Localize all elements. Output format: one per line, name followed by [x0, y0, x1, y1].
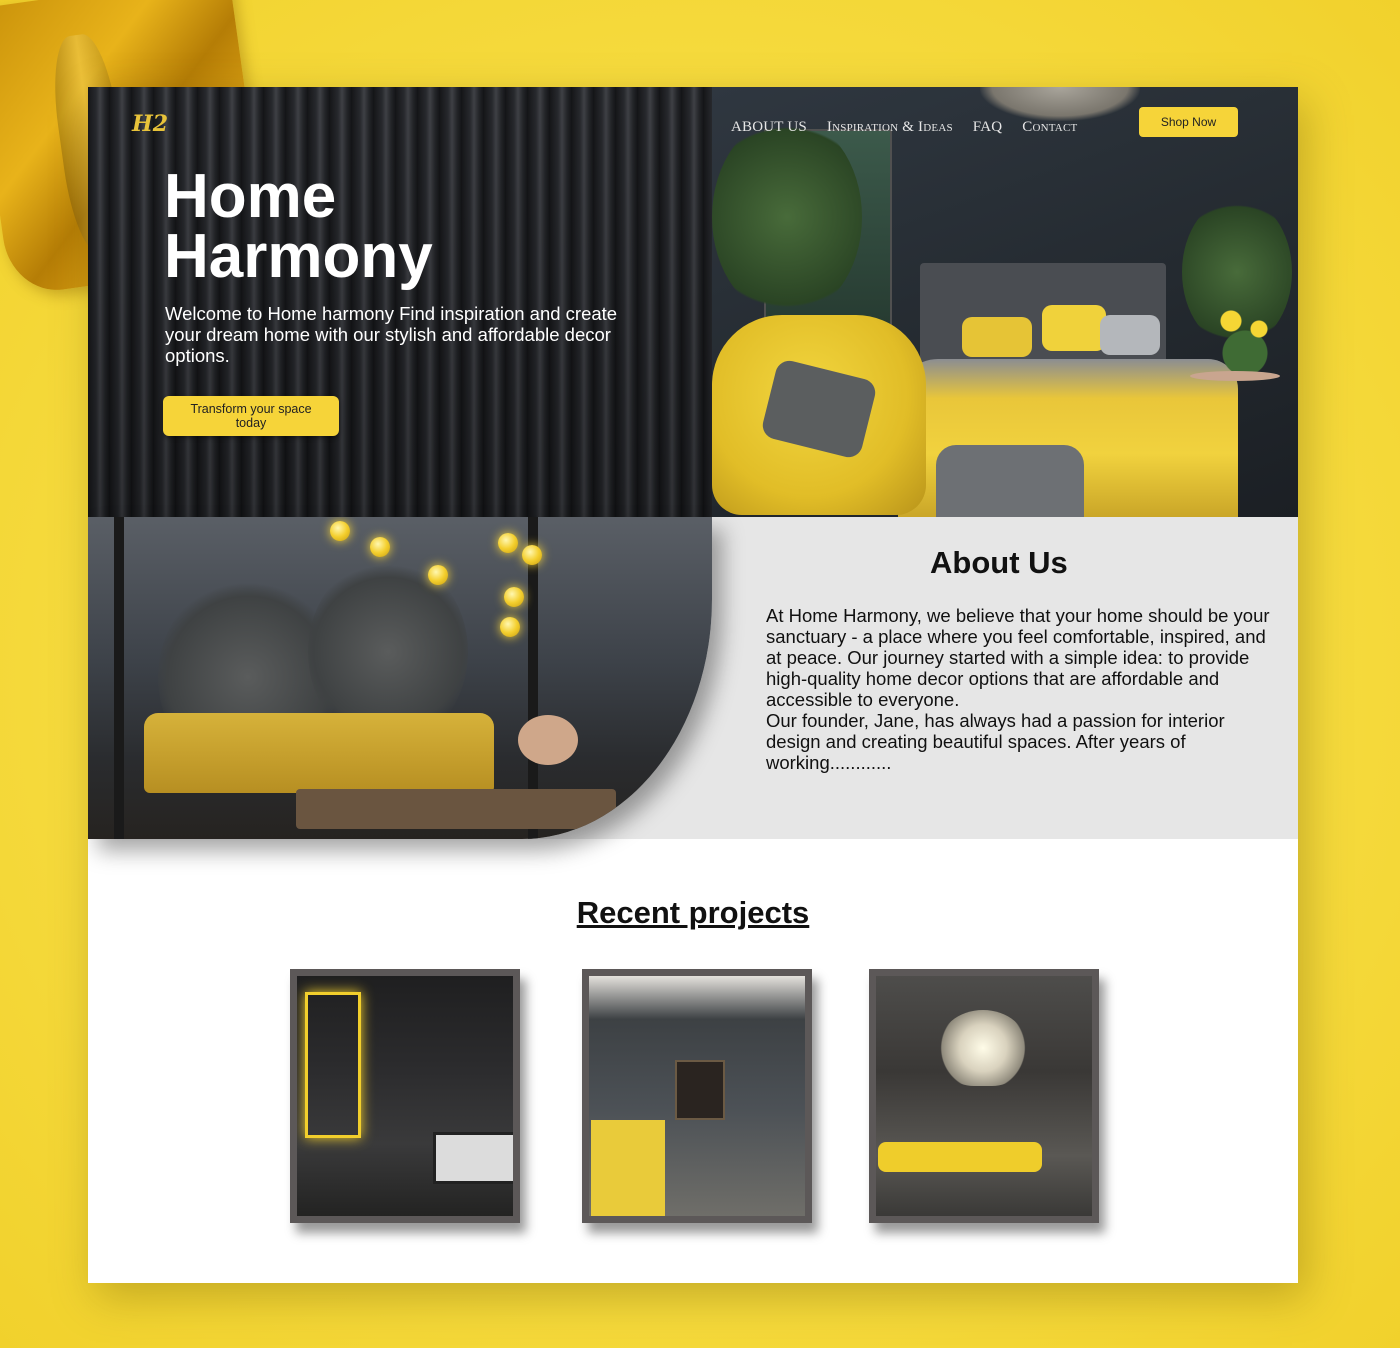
nav-faq[interactable]: FAQ — [973, 119, 1003, 136]
project-card-living-room[interactable] — [869, 969, 1099, 1223]
pillow-shape — [1100, 315, 1160, 355]
coffee-table-shape — [296, 789, 616, 829]
transform-space-button[interactable]: Transform your space today — [163, 396, 339, 436]
website-mockup: H2 ABOUT US Inspiration & Ideas FAQ Cont… — [88, 87, 1298, 1283]
main-navigation: ABOUT US Inspiration & Ideas FAQ Contact — [731, 111, 1097, 143]
brand-logo[interactable]: H2 — [132, 111, 168, 137]
about-text: At Home Harmony, we believe that your ho… — [766, 605, 1276, 773]
flowers-shape — [1210, 297, 1280, 377]
hero-section: H2 ABOUT US Inspiration & Ideas FAQ Cont… — [88, 87, 1298, 517]
plant-shape — [712, 117, 862, 317]
pendant-lamp-shape — [330, 521, 350, 541]
window-pillar-shape — [114, 517, 124, 839]
side-table-shape — [1190, 371, 1280, 381]
hero-curtain-background — [88, 87, 712, 517]
pendant-lamp-shape — [522, 545, 542, 565]
nav-inspiration-ideas[interactable]: Inspiration & Ideas — [827, 119, 953, 136]
project-card-kitchen[interactable] — [582, 969, 812, 1223]
pillow-shape — [1042, 305, 1106, 351]
yellow-sofa-shape — [144, 713, 494, 793]
pendant-lamp-shape — [498, 533, 518, 553]
living-room-chandelier-image — [876, 976, 1092, 1216]
project-card-bathroom[interactable] — [290, 969, 520, 1223]
pouf-shape — [936, 445, 1084, 517]
hero-title: Home Harmony — [164, 162, 433, 291]
about-paragraph: At Home Harmony, we believe that your ho… — [766, 605, 1270, 710]
hero-subtitle: Welcome to Home harmony Find inspiration… — [165, 303, 618, 366]
pendant-lamp-shape — [500, 617, 520, 637]
nav-about-us[interactable]: ABOUT US — [731, 119, 807, 136]
kitchen-image — [589, 976, 805, 1216]
pillow-shape — [962, 317, 1032, 357]
pendant-lamp-shape — [370, 537, 390, 557]
pendant-lamp-shape — [504, 587, 524, 607]
about-title-text: About Us — [930, 545, 1068, 580]
nav-contact[interactable]: Contact — [1022, 119, 1077, 136]
shop-now-button[interactable]: Shop Now — [1139, 107, 1238, 137]
recent-projects-title: Recent projects — [576, 895, 810, 930]
round-chair-shape — [518, 715, 578, 765]
about-paragraph: Our founder, Jane, has always had a pass… — [766, 710, 1225, 773]
living-room-image — [88, 517, 712, 839]
bathroom-image — [297, 976, 513, 1216]
hero-bedroom-image — [712, 87, 1298, 517]
pendant-lamp-shape — [428, 565, 448, 585]
